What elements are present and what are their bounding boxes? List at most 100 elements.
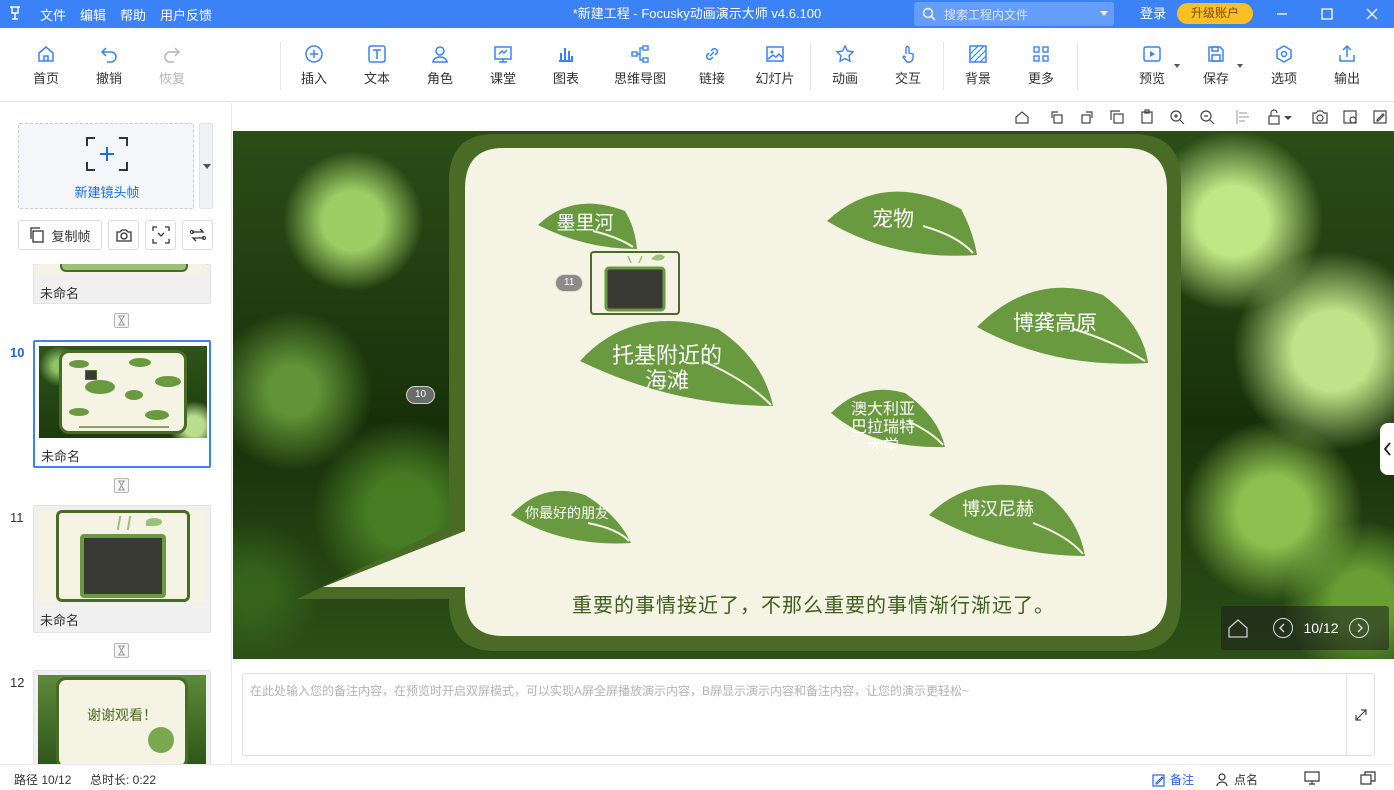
status-bar: 路径 10/12 总时长: 0:22 备注 点名 xyxy=(0,764,1394,790)
unlock-icon[interactable] xyxy=(1266,109,1282,125)
leaf-label-pets[interactable]: 宠物 xyxy=(853,207,933,232)
save-dropdown-icon[interactable] xyxy=(1237,64,1243,68)
undo-button[interactable]: 撤销 xyxy=(79,44,139,87)
lock-dropdown-icon[interactable] xyxy=(1283,109,1293,125)
frame-fit-button[interactable] xyxy=(145,220,176,250)
save-icon xyxy=(1208,46,1224,62)
zoom-in-icon[interactable] xyxy=(1169,109,1185,125)
export-button[interactable]: 输出 xyxy=(1317,44,1377,87)
options-button[interactable]: 选项 xyxy=(1254,44,1314,87)
align-left-icon[interactable] xyxy=(1235,109,1251,125)
background-button[interactable]: 背景 xyxy=(948,44,1008,87)
chart-button[interactable]: 图表 xyxy=(536,44,596,87)
transition-hourglass-icon[interactable] xyxy=(114,478,129,493)
thumbnail-image xyxy=(38,510,206,602)
switch-arrows-icon xyxy=(189,228,206,242)
edit-icon[interactable] xyxy=(1372,109,1388,125)
minimize-icon[interactable] xyxy=(1272,4,1292,24)
copy-frame-button[interactable]: 复制帧 xyxy=(18,220,102,250)
project-search-input[interactable]: 搜索工程内文件 xyxy=(914,2,1114,26)
frame-thumbnail-10[interactable]: 未命名 xyxy=(33,340,211,468)
app-menu-icon[interactable] xyxy=(8,5,22,21)
menu-file[interactable]: 文件 xyxy=(40,5,66,24)
transition-hourglass-icon[interactable] xyxy=(114,313,129,328)
frame-thumbnail-12[interactable]: 谢谢观看！ xyxy=(33,670,211,764)
home-icon[interactable] xyxy=(1227,618,1249,638)
chevron-left-icon xyxy=(1383,442,1391,456)
window-mode-icon[interactable] xyxy=(1360,771,1376,785)
leaf-label-best-friend[interactable]: 你最好的朋友 xyxy=(515,505,619,522)
menu-help[interactable]: 帮助 xyxy=(120,5,146,24)
upgrade-account-button[interactable]: 升级账户 xyxy=(1177,3,1253,24)
thumbnail-text: 谢谢观看！ xyxy=(87,707,157,723)
image-settings-icon[interactable] xyxy=(1342,109,1358,125)
preview-dropdown-icon[interactable] xyxy=(1174,64,1180,68)
paste-icon[interactable] xyxy=(1139,109,1155,125)
path-status: 路径 10/12 xyxy=(14,773,72,787)
snapshot-button[interactable] xyxy=(108,220,139,250)
frame-number: 10 xyxy=(10,345,25,360)
preview-button[interactable]: 预览 xyxy=(1122,44,1182,87)
transition-switch-button[interactable] xyxy=(182,220,213,250)
leaf-label-plateau[interactable]: 博龚高原 xyxy=(995,311,1115,336)
path-order-badge[interactable]: 10 xyxy=(406,386,436,404)
next-slide-button[interactable] xyxy=(1349,618,1369,638)
expand-icon xyxy=(1355,709,1367,721)
path-order-badge[interactable]: 11 xyxy=(555,274,584,292)
rollcall-button[interactable]: 点名 xyxy=(1216,771,1258,788)
leaf-label-bohannie[interactable]: 博汉尼赫 xyxy=(953,499,1043,521)
search-dropdown-icon[interactable] xyxy=(1100,11,1108,16)
slide-caption[interactable]: 重要的事情接近了，不那么重要的事情渐行渐远了。 xyxy=(233,589,1394,618)
frame-list-panel: 新建镜头帧 复制帧 未命名 10 未命名 11 未命名 12 谢谢观看！ xyxy=(0,103,232,764)
slide-image-icon xyxy=(766,46,784,62)
mindmap-icon xyxy=(631,45,649,63)
copy-object-icon[interactable] xyxy=(1109,109,1125,125)
insert-button[interactable]: 插入 xyxy=(284,44,344,87)
frame-name: 未命名 xyxy=(40,613,80,628)
more-button[interactable]: 更多 xyxy=(1011,44,1071,87)
settings-hexagon-icon xyxy=(1276,45,1292,63)
transition-hourglass-icon[interactable] xyxy=(114,643,129,658)
login-link[interactable]: 登录 xyxy=(1140,0,1166,28)
bar-chart-icon xyxy=(559,48,573,62)
new-frame-button[interactable]: 新建镜头帧 xyxy=(18,123,194,209)
screen-icon[interactable] xyxy=(1304,771,1320,785)
role-button[interactable]: 角色 xyxy=(410,44,470,87)
interaction-button[interactable]: 交互 xyxy=(878,44,938,87)
maximize-icon[interactable] xyxy=(1317,4,1337,24)
leaf-label-murray-river[interactable]: 墨里河 xyxy=(545,213,625,236)
menu-feedback[interactable]: 用户反馈 xyxy=(160,5,212,24)
slides-button[interactable]: 幻灯片 xyxy=(745,44,805,87)
notes-toggle[interactable]: 备注 xyxy=(1152,771,1194,788)
notes-textarea[interactable]: 在此处输入您的备注内容，在预览时开启双屏模式，可以实现A屏全屏播放演示内容，B屏… xyxy=(242,673,1375,756)
home-view-icon[interactable] xyxy=(1014,109,1030,125)
export-icon xyxy=(1339,44,1355,62)
prev-slide-button[interactable] xyxy=(1273,618,1293,638)
main-toolbar: 首页 撤销 恢复 插入 文本 角色 课堂 图表 思维导图 链接 幻灯片 动画 交… xyxy=(0,28,1394,102)
frame-number: 11 xyxy=(10,510,24,525)
classroom-button[interactable]: 课堂 xyxy=(473,44,533,87)
zoom-out-icon[interactable] xyxy=(1199,109,1215,125)
menu-edit[interactable]: 编辑 xyxy=(80,5,106,24)
toolbar-divider xyxy=(810,42,811,90)
grid-more-icon xyxy=(1033,46,1049,62)
mindmap-button[interactable]: 思维导图 xyxy=(608,44,672,87)
right-panel-toggle[interactable] xyxy=(1380,423,1394,475)
screenshot-camera-icon[interactable] xyxy=(1312,109,1328,125)
leaf-label-beach[interactable]: 托基附近的 海滩 xyxy=(593,343,741,394)
camera-icon xyxy=(115,229,132,242)
rotate-right-icon[interactable] xyxy=(1079,109,1095,125)
slide-canvas[interactable]: 11 10 墨里河 宠物 托基附近的 海滩 博龚高原 澳大利亚 巴拉瑞特 大学 … xyxy=(233,131,1394,659)
notes-expand-button[interactable] xyxy=(1346,674,1374,755)
redo-button[interactable]: 恢复 xyxy=(142,44,202,87)
rotate-left-icon[interactable] xyxy=(1049,109,1065,125)
close-icon[interactable] xyxy=(1362,4,1382,24)
frame-thumbnail-9[interactable]: 未命名 xyxy=(33,264,211,304)
new-frame-dropdown[interactable] xyxy=(199,123,213,209)
link-button[interactable]: 链接 xyxy=(682,44,742,87)
leaf-label-university[interactable]: 澳大利亚 巴拉瑞特 大学 xyxy=(837,401,929,449)
animation-button[interactable]: 动画 xyxy=(815,44,875,87)
home-button[interactable]: 首页 xyxy=(16,44,76,87)
frame-thumbnail-11[interactable]: 未命名 xyxy=(33,505,211,633)
text-button[interactable]: 文本 xyxy=(347,44,407,87)
